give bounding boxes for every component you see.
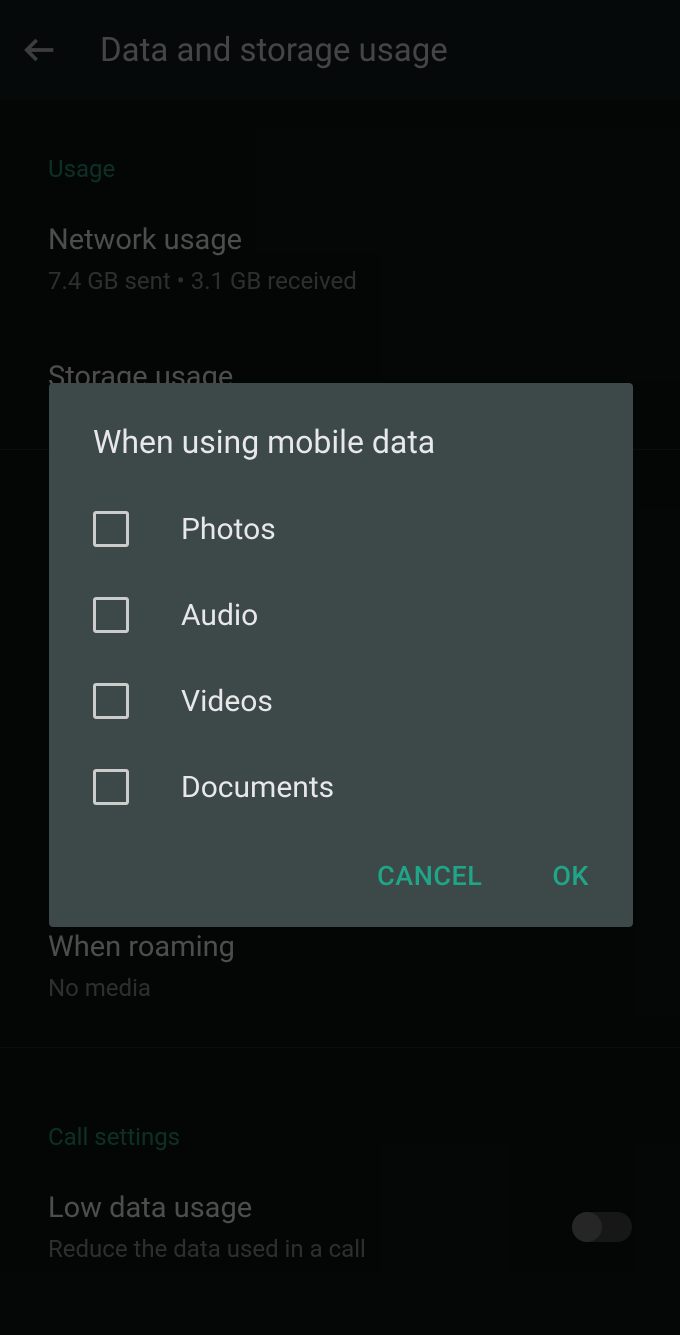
videos-label: Videos bbox=[181, 684, 273, 719]
documents-label: Documents bbox=[181, 770, 334, 805]
audio-label: Audio bbox=[181, 598, 258, 633]
audio-checkbox[interactable] bbox=[93, 597, 129, 633]
audio-option[interactable]: Audio bbox=[49, 572, 633, 658]
documents-option[interactable]: Documents bbox=[49, 744, 633, 830]
dialog-actions: CANCEL OK bbox=[49, 830, 633, 907]
mobile-data-dialog: When using mobile data Photos Audio Vide… bbox=[49, 383, 633, 927]
photos-label: Photos bbox=[181, 512, 276, 547]
photos-checkbox[interactable] bbox=[93, 511, 129, 547]
videos-option[interactable]: Videos bbox=[49, 658, 633, 744]
ok-button[interactable]: OK bbox=[552, 860, 589, 892]
documents-checkbox[interactable] bbox=[93, 769, 129, 805]
videos-checkbox[interactable] bbox=[93, 683, 129, 719]
photos-option[interactable]: Photos bbox=[49, 486, 633, 572]
dialog-title: When using mobile data bbox=[49, 423, 633, 486]
cancel-button[interactable]: CANCEL bbox=[377, 860, 482, 892]
